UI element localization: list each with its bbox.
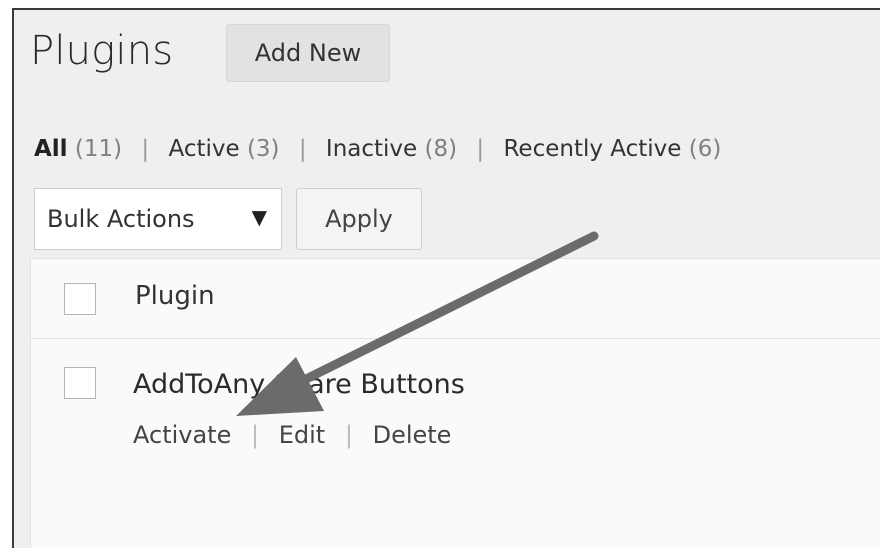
column-header-plugin[interactable]: Plugin [135,281,215,311]
bulk-actions-value: Bulk Actions [47,205,195,233]
filter-all-count: (11) [74,136,123,162]
activate-link[interactable]: Activate [133,421,231,449]
filter-all[interactable]: All [34,136,68,162]
row-checkbox[interactable] [64,367,96,399]
action-separator: | [344,421,353,449]
plugins-screen: Plugins Add New All (11) | Active (3) | … [12,8,880,548]
filter-recently-active[interactable]: Recently Active [503,136,681,162]
filter-inactive-count: (8) [424,136,458,162]
filter-recently-active-count: (6) [688,136,722,162]
apply-button[interactable]: Apply [296,188,422,250]
page-title: Plugins [30,28,174,74]
table-header: Plugin [31,259,880,339]
filter-active-count: (3) [246,136,280,162]
filter-active[interactable]: Active [168,136,239,162]
filter-separator: | [476,136,485,162]
filter-separator: | [141,136,150,162]
table-row: AddToAny Share Buttons Activate | Edit |… [31,339,880,539]
select-all-checkbox[interactable] [64,283,96,315]
add-new-button[interactable]: Add New [226,24,390,82]
edit-link[interactable]: Edit [279,421,325,449]
row-actions: Activate | Edit | Delete [133,421,451,449]
plugin-name: AddToAny Share Buttons [133,369,465,400]
delete-link[interactable]: Delete [373,421,452,449]
action-separator: | [251,421,260,449]
filter-separator: | [298,136,307,162]
plugin-status-filters: All (11) | Active (3) | Inactive (8) | R… [34,136,721,162]
plugins-table: Plugin AddToAny Share Buttons Activate |… [30,258,880,548]
bulk-actions-select[interactable]: Bulk Actions ▼ [34,188,282,250]
dropdown-caret-icon: ▼ [251,205,267,229]
filter-inactive[interactable]: Inactive [326,136,417,162]
